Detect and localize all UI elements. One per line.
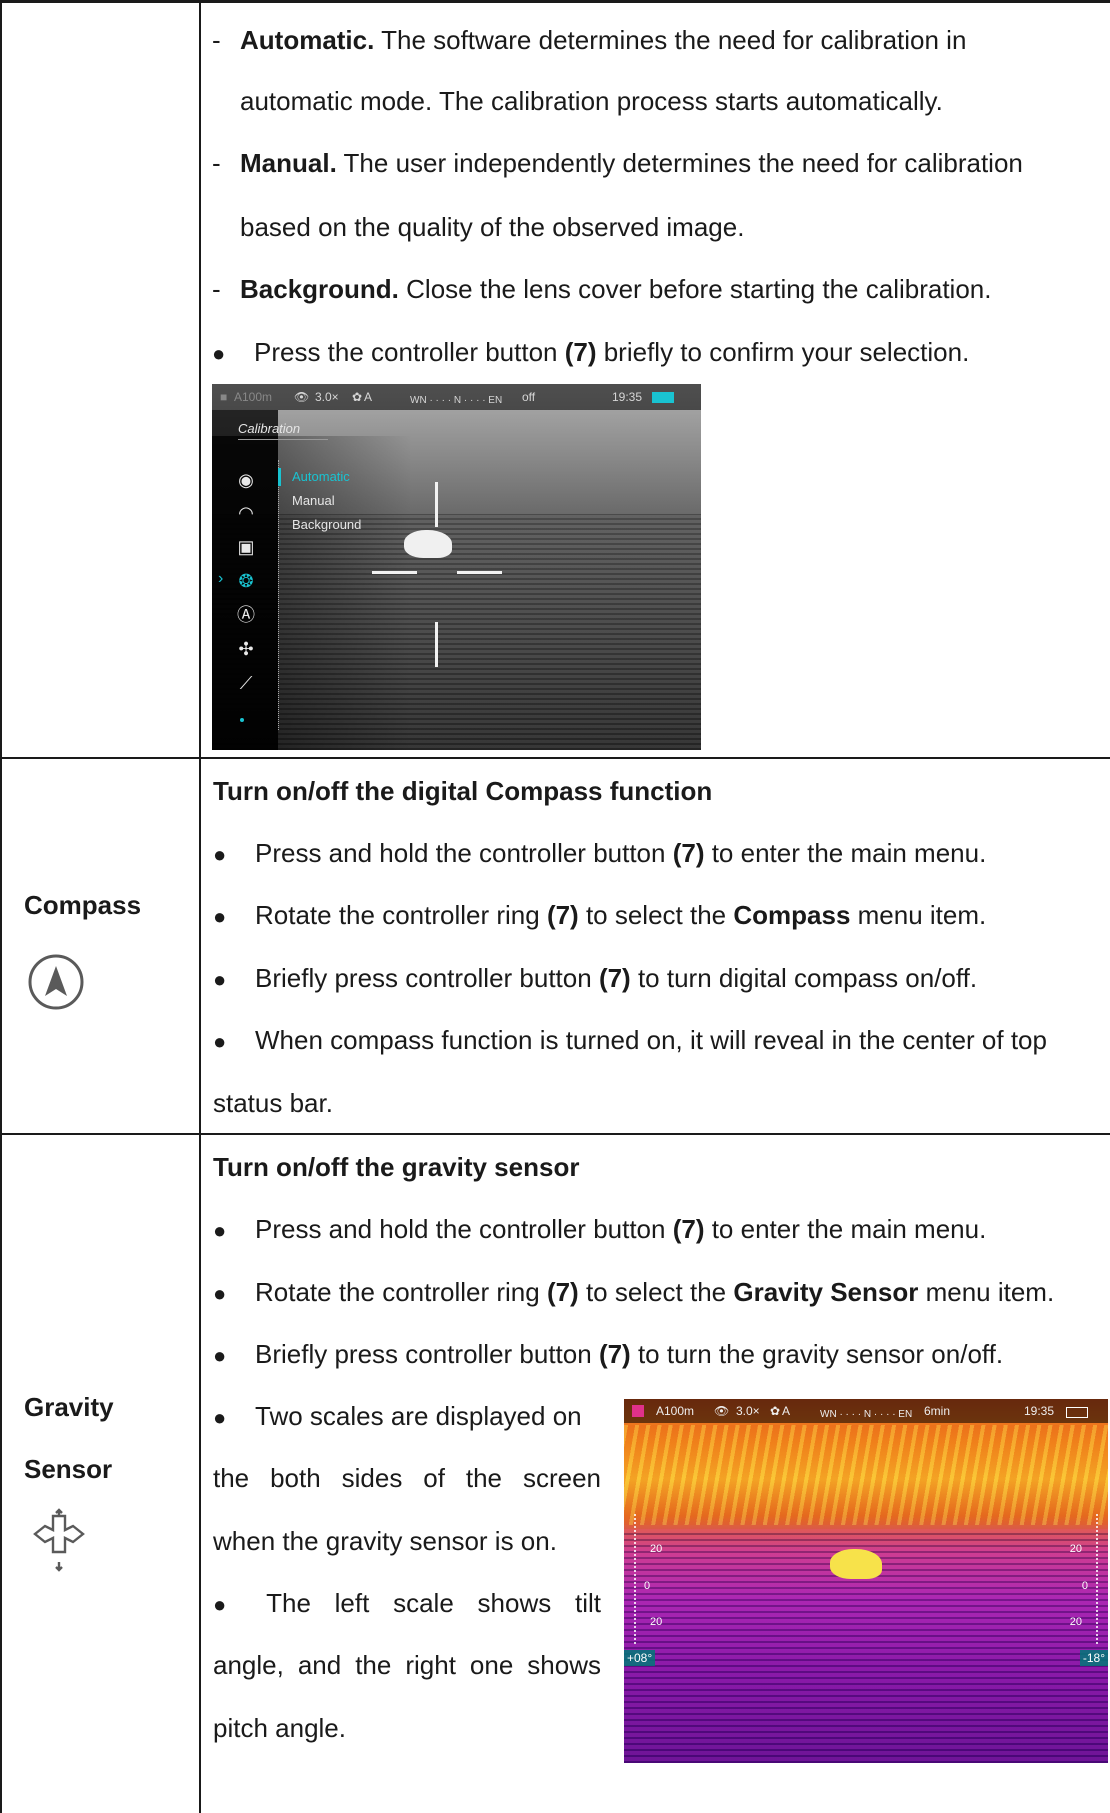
gravity-label-line2: Sensor [24, 1454, 113, 1484]
list-item-automatic-cont: automatic mode. The calibration process … [240, 86, 943, 116]
crosshair-top [435, 482, 438, 527]
row-divider-2 [0, 1133, 1110, 1135]
gravity-bullet-4: ● Two scales are displayed on [213, 1401, 582, 1431]
wifi-icon: ◠ [238, 503, 254, 523]
screen-tree-line [624, 1425, 1108, 1525]
gravity-heading: Turn on/off the gravity sensor [213, 1152, 580, 1182]
device-status-bar: A100m 👁 3.0× ✿ A WN · · · · N · · · · EN … [624, 1399, 1108, 1423]
crosshair-bottom [435, 622, 438, 667]
left-scale-top: 20 [650, 1543, 663, 1555]
target-animal [404, 530, 452, 558]
eye-icon: ◉ [238, 470, 254, 490]
gravity-label-line1: Gravity [24, 1392, 114, 1422]
rifle-icon: ⟋ [239, 673, 253, 693]
target-animal [830, 1549, 882, 1579]
right-scale-top: 20 [1069, 1543, 1082, 1555]
battery-icon [652, 392, 674, 403]
option-background[interactable]: Background [292, 517, 361, 532]
compass-icon: Ⓐ [237, 605, 255, 625]
calibration-icon: ❂ [238, 571, 254, 591]
list-item-background: - Background. Close the lens cover before… [212, 274, 992, 304]
menu-title: Calibration [238, 421, 328, 440]
gravity-bullet-2: ● Rotate the controller ring (7) to selec… [213, 1277, 1055, 1307]
right-scale-bot: 20 [1069, 1616, 1082, 1628]
pitch-angle-readout: -18° [1079, 1650, 1108, 1666]
page-indicator [240, 718, 244, 722]
gravity-bullet-4-line2: the both sides of the screen [213, 1463, 601, 1493]
gravity-sensor-icon: ✣ [238, 639, 254, 659]
row-divider-1 [0, 757, 1110, 759]
gravity-sensor-icon [27, 1508, 91, 1577]
left-scale-bot: 20 [650, 1616, 663, 1628]
gravity-sensor-screenshot: A100m 👁 3.0× ✿ A WN · · · · N · · · · EN … [624, 1399, 1108, 1763]
table-left-border [0, 0, 2, 1813]
crosshair-right [457, 571, 502, 574]
option-automatic[interactable]: Automatic [292, 469, 350, 484]
mode-icon: ✿ [770, 1404, 781, 1418]
compass-bullet-4-cont: status bar. [213, 1088, 333, 1118]
calibration-screenshot: ■ A100m 👁 3.0× ✿ A WN · · · · N · · · · E… [212, 384, 701, 750]
gravity-bullet-5-line3: pitch angle. [213, 1713, 346, 1743]
compass-bullet-2: ● Rotate the controller ring (7) to selec… [213, 900, 987, 930]
right-scale-mid: 0 [1081, 1580, 1088, 1592]
eye-icon: 👁 [294, 390, 310, 404]
gravity-bullet-5: ● The left scale shows tilt [213, 1588, 601, 1618]
compass-bullet-3: ● Briefly press controller button (7) to … [213, 963, 978, 993]
palette-icon [632, 1405, 644, 1417]
bullet-icon: ● [212, 341, 226, 366]
tilt-angle-readout: +08° [624, 1650, 656, 1666]
eye-icon: 👁 [714, 1404, 730, 1418]
instruction-table: - Automatic. The software determines the … [0, 0, 1110, 1813]
gravity-bullet-1: ● Press and hold the controller button (7… [213, 1214, 987, 1244]
list-item-manual: - Manual. The user independently determin… [212, 148, 1023, 178]
left-scale-mid: 0 [644, 1580, 651, 1592]
gravity-bullet-5-line2: angle, and the right one shows [213, 1650, 601, 1680]
compass-bullet-4: ● When compass function is turned on, it … [213, 1025, 1047, 1055]
compass-heading: Turn on/off the digital Compass function [213, 776, 713, 806]
list-item-manual-cont: based on the quality of the observed ima… [240, 212, 745, 242]
column-divider [199, 0, 201, 1813]
mode-icon: ✿ [352, 390, 363, 404]
compass-label: Compass [24, 890, 142, 920]
crosshair-left [372, 571, 417, 574]
chevron-right-icon: › [218, 570, 224, 587]
list-item-automatic: - Automatic. The software determines the … [212, 25, 967, 55]
table-top-border [0, 0, 1110, 3]
recording-icon: ▣ [237, 537, 255, 557]
menu-selection-marker [278, 468, 281, 486]
confirm-bullet: ● Press the controller button (7) briefly… [212, 337, 970, 367]
battery-icon [1066, 1407, 1088, 1418]
device-status-bar: ■ A100m 👁 3.0× ✿ A WN · · · · N · · · · E… [212, 384, 701, 410]
compass-bullet-1: ● Press and hold the controller button (7… [213, 838, 987, 868]
gravity-bullet-3: ● Briefly press controller button (7) to … [213, 1339, 1004, 1369]
option-manual[interactable]: Manual [292, 493, 335, 508]
compass-icon [27, 953, 85, 1016]
gravity-bullet-4-line3: when the gravity sensor is on. [213, 1526, 557, 1556]
menu-scroll-track [278, 460, 281, 730]
